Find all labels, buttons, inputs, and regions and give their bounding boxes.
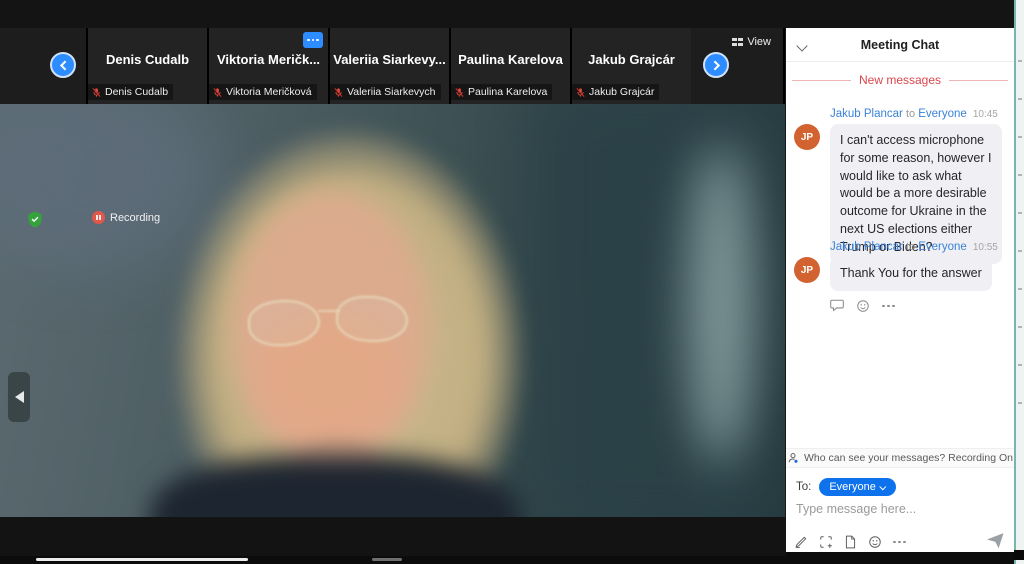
encryption-shield-icon[interactable] [27, 211, 43, 228]
mic-muted-icon [575, 87, 586, 98]
filmstrip-scroll-right-tile: View [691, 28, 783, 104]
view-button[interactable]: View [732, 36, 771, 48]
mic-muted-icon [91, 87, 102, 98]
background-window-edge [1014, 550, 1024, 560]
participant-tile[interactable]: Viktoria Meričk... Viktoria Meričková [209, 28, 328, 104]
participant-label: Paulina Karelova [468, 86, 547, 98]
recipient-selector[interactable]: Everyone [819, 478, 895, 496]
composer-toolbar [794, 535, 906, 549]
background-window-line [36, 558, 248, 561]
filmstrip-scroll-left-tile [0, 28, 86, 104]
participant-tile[interactable]: Valeriia Siarkevy... Valeriia Siarkevych [330, 28, 449, 104]
video-background-blur [0, 104, 220, 274]
message-time: 10:55 [973, 242, 998, 253]
participant-label: Viktoria Meričková [226, 86, 312, 98]
emoji-picker-icon[interactable] [868, 535, 882, 549]
message-sender[interactable]: Jakub Plancar [830, 241, 903, 253]
privacy-notice-text: Who can see your messages? Recording On [804, 452, 1013, 464]
mic-muted-icon [212, 87, 223, 98]
recording-indicator[interactable]: Recording [92, 211, 160, 224]
composer-more-icon[interactable] [893, 541, 906, 544]
participant-label: Jakub Grajcár [589, 86, 654, 98]
format-text-icon[interactable] [794, 535, 808, 549]
participant-label: Denis Cudalb [105, 86, 168, 98]
background-window-edge [1014, 0, 1024, 564]
send-plane-icon [987, 533, 1004, 548]
chat-title: Meeting Chat [786, 38, 1014, 52]
participant-tile[interactable]: Denis Cudalb Denis Cudalb [88, 28, 207, 104]
participant-name: Jakub Grajcár [572, 52, 691, 67]
scroll-right-button[interactable] [703, 52, 729, 78]
message-sender[interactable]: Jakub Plancar [830, 108, 903, 120]
chat-header: Meeting Chat [786, 28, 1014, 62]
chevron-left-icon [59, 60, 69, 70]
message-recipient[interactable]: Everyone [918, 108, 967, 120]
avatar: JP [794, 124, 820, 150]
new-messages-divider: New messages [786, 73, 1014, 87]
participant-name: Denis Cudalb [88, 52, 207, 67]
participant-filmstrip: Denis Cudalb Denis Cudalb Viktoria Merič… [0, 28, 785, 104]
chat-message[interactable]: JP Jakub Plancar to Everyone 10:55 Thank… [794, 241, 1008, 313]
avatar: JP [794, 257, 820, 283]
send-message-button[interactable] [987, 533, 1004, 548]
screenshot-icon[interactable] [819, 535, 833, 549]
meeting-chat-panel: Meeting Chat New messages JP Jakub Planc… [786, 28, 1014, 552]
file-attach-icon[interactable] [844, 535, 857, 549]
participant-tile[interactable]: Jakub Grajcár Jakub Grajcár [572, 28, 691, 104]
message-recipient[interactable]: Everyone [918, 241, 967, 253]
message-header: Jakub Plancar to Everyone 10:55 [830, 241, 1008, 253]
background-window-line [372, 558, 402, 561]
mic-muted-icon [333, 87, 344, 98]
message-time: 10:45 [973, 109, 998, 120]
emoji-reaction-icon[interactable] [856, 299, 870, 313]
chevron-right-icon [710, 60, 720, 70]
participant-name: Viktoria Meričk... [209, 52, 328, 67]
view-label: View [747, 36, 771, 48]
person-privacy-icon [787, 452, 799, 464]
tile-more-button[interactable] [303, 32, 323, 48]
message-header: Jakub Plancar to Everyone 10:45 [830, 108, 1008, 120]
participant-label: Valeriia Siarkevych [347, 86, 436, 98]
participant-name: Valeriia Siarkevy... [330, 52, 449, 67]
scroll-left-button[interactable] [50, 52, 76, 78]
chat-message-input[interactable] [796, 502, 1001, 516]
collapse-panel-handle[interactable] [8, 372, 30, 422]
main-video: Recording Maryna Bessonova [0, 104, 785, 517]
recipient-row: To: Everyone [796, 478, 896, 496]
meeting-toolbar: Unmute Stop Video 24 Participants Chat [0, 517, 786, 556]
chat-privacy-notice[interactable]: Who can see your messages? Recording On [786, 448, 1014, 468]
participant-tile[interactable]: Paulina Karelova Paulina Karelova [451, 28, 570, 104]
reply-icon[interactable] [830, 299, 844, 312]
chevron-down-icon [879, 483, 886, 490]
recording-label: Recording [110, 212, 160, 224]
zoom-meeting-window: Denis Cudalb Denis Cudalb Viktoria Merič… [0, 0, 1024, 564]
top-black-bar [0, 0, 1014, 28]
message-bubble: Thank You for the answer [830, 257, 992, 291]
recording-icon [92, 211, 105, 224]
more-actions-icon[interactable] [882, 305, 895, 308]
new-messages-label: New messages [859, 73, 941, 87]
speaker-glasses [318, 310, 340, 312]
triangle-left-icon [15, 391, 24, 403]
grid-view-icon [732, 38, 744, 46]
participant-name: Paulina Karelova [451, 52, 570, 67]
mic-muted-icon [454, 87, 465, 98]
to-label: To: [796, 481, 811, 493]
video-background-blur [688, 144, 754, 464]
message-actions [830, 299, 1008, 313]
